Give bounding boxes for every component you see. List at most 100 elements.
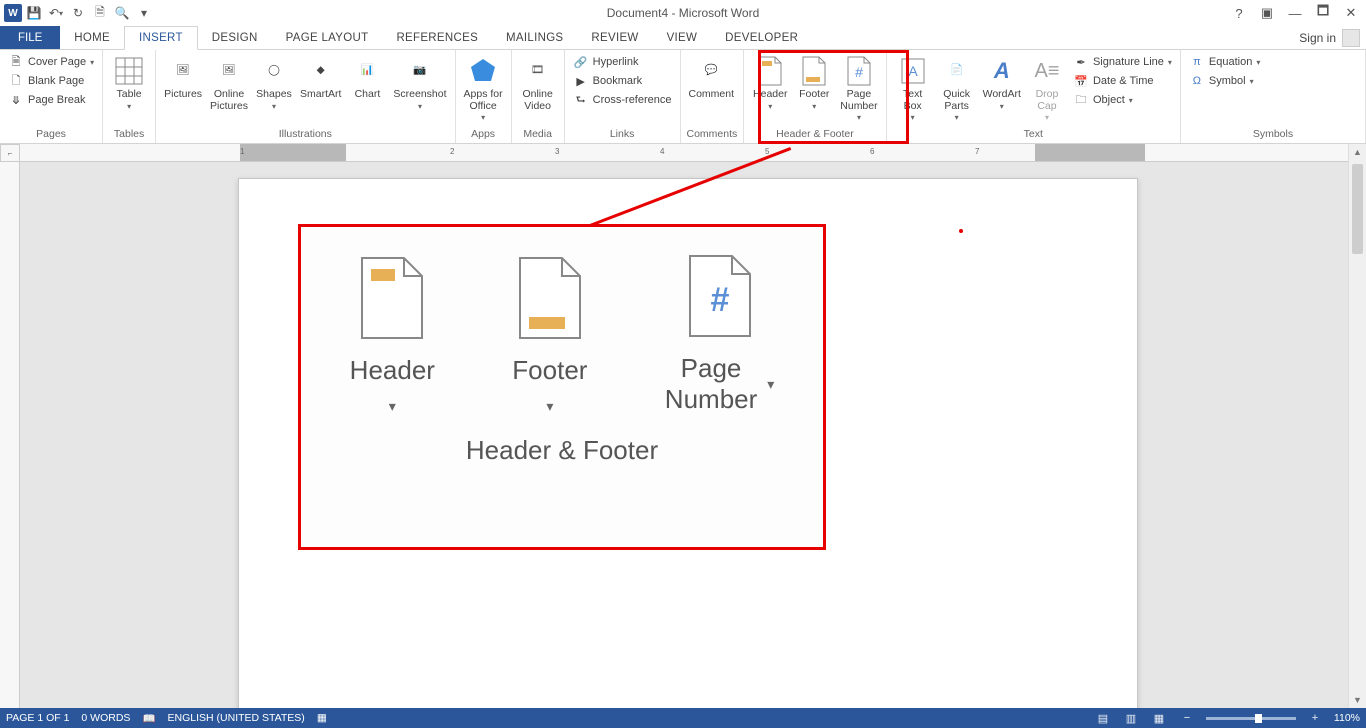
equation-button[interactable]: πEquation▾ [1187,53,1262,71]
redo-icon[interactable]: ↻ [68,3,88,23]
footer-button[interactable]: Footer▾ [794,53,834,113]
header-icon [754,55,786,87]
textbox-button[interactable]: AText Box▾ [893,53,933,125]
print-preview-icon[interactable]: 🔍 [112,3,132,23]
quickparts-button[interactable]: 📄Quick Parts▾ [937,53,977,125]
hyperlink-button[interactable]: 🔗Hyperlink [571,53,674,71]
minimize-icon[interactable]: — [1284,3,1306,23]
shapes-button[interactable]: ◯Shapes▾ [254,53,294,113]
bookmark-button[interactable]: ▶Bookmark [571,72,674,90]
equation-label: Equation [1209,56,1252,68]
table-button[interactable]: Table▾ [109,53,149,113]
symbol-icon: Ω [1189,73,1205,89]
restore-icon[interactable]: 🗖 [1312,3,1334,23]
video-icon: 🎞 [522,55,554,87]
screenshot-button[interactable]: 📷Screenshot▾ [391,53,448,113]
vertical-ruler[interactable] [0,162,20,708]
signature-icon: ✒ [1073,54,1089,70]
smartart-button[interactable]: ◆SmartArt [298,53,343,103]
scroll-up-icon[interactable]: ▲ [1349,144,1366,160]
tab-home[interactable]: HOME [60,26,124,49]
chart-icon: 📊 [351,55,383,87]
view-read-icon[interactable]: ▤ [1094,710,1112,726]
group-header-footer: Header▾ Footer▾ #Page Number▾ Header & F… [744,50,886,143]
zoom-out-icon[interactable]: − [1178,710,1196,726]
qat-customize-icon[interactable]: ▾ [134,3,154,23]
cover-page-button[interactable]: 🗎Cover Page▾ [6,53,96,71]
online-video-button[interactable]: 🎞Online Video [518,53,558,114]
view-web-icon[interactable]: ▦ [1150,710,1168,726]
online-pictures-icon: 🖼 [213,55,245,87]
group-comments: 💬Comment Comments [681,50,745,143]
horizontal-ruler[interactable]: 1 2 3 4 5 6 7 [20,144,1348,162]
datetime-button[interactable]: 📅Date & Time [1071,72,1174,90]
vertical-scrollbar[interactable]: ▲ ▼ [1348,144,1366,708]
wordart-icon: A [986,55,1018,87]
scroll-thumb[interactable] [1352,164,1363,254]
tab-view[interactable]: VIEW [653,26,712,49]
group-symbols: πEquation▾ ΩSymbol▾ Symbols [1181,50,1366,143]
object-label: Object [1093,94,1125,106]
callout-footer-label: Footer [512,355,587,386]
save-icon[interactable]: 💾 [24,3,44,23]
header-button[interactable]: Header▾ [750,53,790,113]
smartart-icon: ◆ [305,55,337,87]
symbol-button[interactable]: ΩSymbol▾ [1187,72,1262,90]
dropcap-button[interactable]: A≡Drop Cap▾ [1027,53,1067,125]
tab-developer[interactable]: DEVELOPER [711,26,812,49]
page-number-button[interactable]: #Page Number▾ [838,53,879,125]
zoom-slider-thumb[interactable] [1255,714,1262,723]
equation-icon: π [1189,54,1205,70]
tab-mailings[interactable]: MAILINGS [492,26,577,49]
tab-insert[interactable]: INSERT [124,26,198,50]
status-proof[interactable]: 📖 [142,712,155,725]
undo-icon[interactable]: ↶▾ [46,3,66,23]
blank-page-button[interactable]: 🗋Blank Page [6,72,96,90]
comment-icon: 💬 [695,55,727,87]
tab-design[interactable]: DESIGN [198,26,272,49]
status-page[interactable]: PAGE 1 OF 1 [6,712,69,724]
view-print-icon[interactable]: ▥ [1122,710,1140,726]
svg-text:#: # [710,281,729,319]
apps-icon [467,55,499,87]
object-button[interactable]: 🗀Object▾ [1071,91,1174,109]
textbox-label: Text Box [903,89,922,112]
quick-access-toolbar: W 💾 ↶▾ ↻ 🗎 🔍 ▾ [0,3,154,23]
group-text: AText Box▾ 📄Quick Parts▾ AWordArt▾ A≡Dro… [887,50,1181,143]
zoom-level[interactable]: 110% [1334,712,1360,724]
quickparts-label: Quick Parts [943,89,970,112]
screenshot-label: Screenshot [393,89,446,101]
help-icon[interactable]: ? [1228,3,1250,23]
chart-button[interactable]: 📊Chart [347,53,387,103]
tab-page-layout[interactable]: PAGE LAYOUT [272,26,383,49]
page-number-label: Page Number [840,89,877,112]
status-language[interactable]: ENGLISH (UNITED STATES) [168,712,305,724]
wordart-button[interactable]: AWordArt▾ [981,53,1023,113]
close-icon[interactable]: ✕ [1340,3,1362,23]
page-break-button[interactable]: ⤋Page Break [6,91,96,109]
comment-button[interactable]: 💬Comment [687,53,737,103]
table-label: Table [117,89,142,101]
tab-review[interactable]: REVIEW [577,26,652,49]
status-words[interactable]: 0 WORDS [81,712,130,724]
page-break-label: Page Break [28,94,85,106]
svg-text:A: A [908,63,918,79]
pictures-button[interactable]: 🖼Pictures [162,53,204,103]
new-doc-icon[interactable]: 🗎 [90,3,110,23]
signin-area[interactable]: Sign in [1299,26,1360,50]
crossref-button[interactable]: ⮑Cross-reference [571,91,674,109]
ribbon-display-icon[interactable]: ▣ [1256,3,1278,23]
chevron-down-icon: ▾ [767,376,774,393]
ruler-corner[interactable]: ⌐ [0,144,20,162]
apps-button[interactable]: Apps for Office▾ [462,53,505,125]
tab-references[interactable]: REFERENCES [382,26,492,49]
status-bar: PAGE 1 OF 1 0 WORDS 📖 ENGLISH (UNITED ST… [0,708,1366,728]
group-apps: Apps for Office▾ Apps [456,50,512,143]
zoom-slider[interactable] [1206,717,1296,720]
file-tab[interactable]: FILE [0,26,60,49]
zoom-in-icon[interactable]: + [1306,710,1324,726]
online-pictures-button[interactable]: 🖼Online Pictures [208,53,250,114]
scroll-down-icon[interactable]: ▼ [1349,692,1366,708]
status-macro[interactable]: ▦ [317,712,327,724]
signature-line-button[interactable]: ✒Signature Line▾ [1071,53,1174,71]
